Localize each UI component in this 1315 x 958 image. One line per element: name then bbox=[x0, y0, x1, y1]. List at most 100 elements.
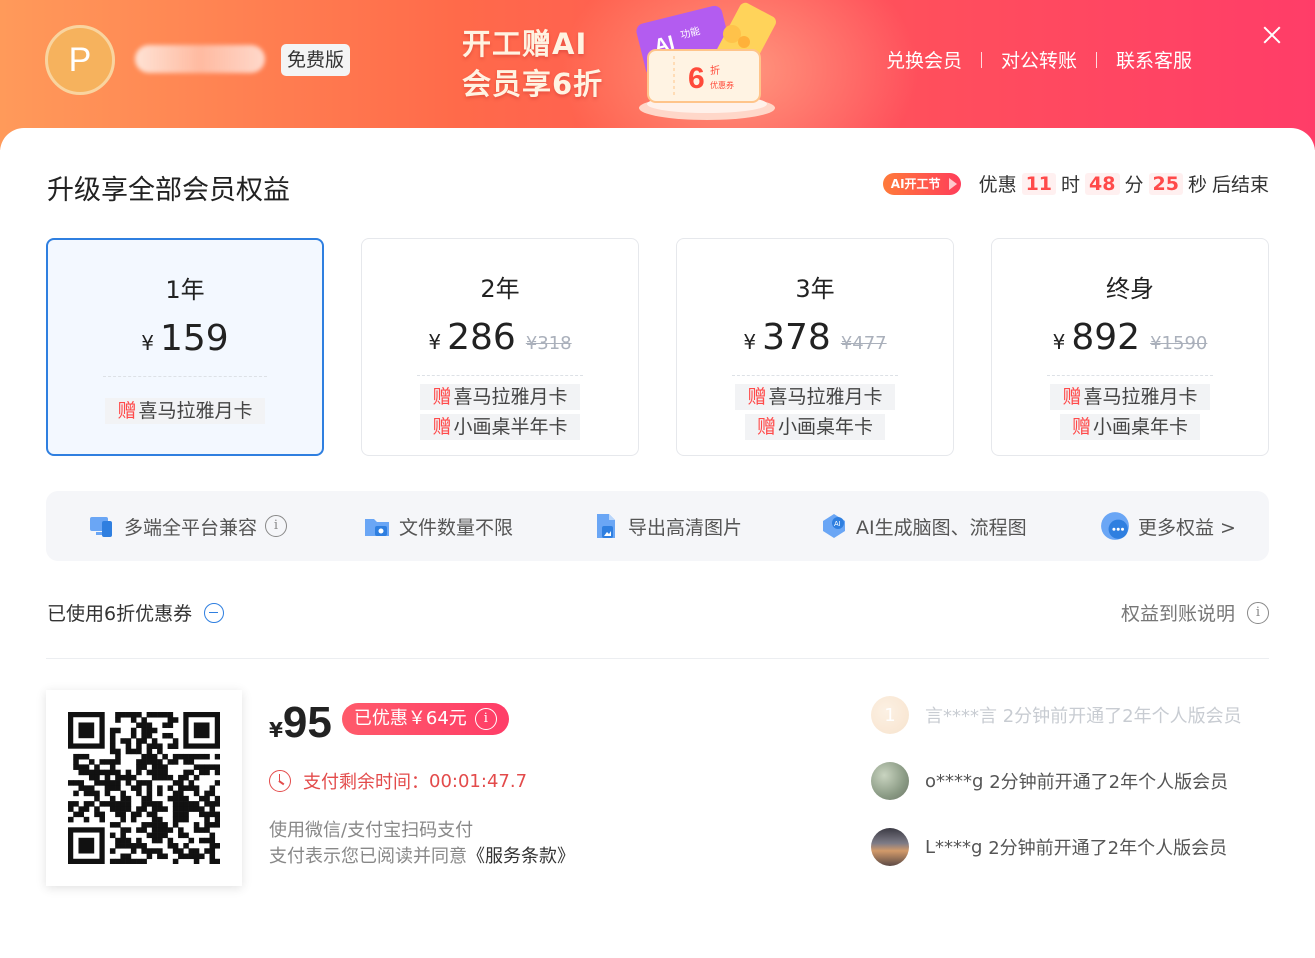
divider bbox=[417, 375, 583, 376]
payment-tips: 使用微信/支付宝扫码支付 支付表示您已阅读并同意《服务条款》 bbox=[269, 818, 575, 870]
divider bbox=[103, 376, 267, 377]
divider bbox=[46, 658, 1269, 659]
promo-line-1: 开工赠AI bbox=[462, 27, 588, 61]
corporate-transfer-link[interactable]: 对公转账 bbox=[1001, 46, 1077, 73]
gift-item: 赠喜马拉雅月卡 bbox=[420, 384, 580, 410]
divider bbox=[732, 375, 898, 376]
gift-mark: 赠 bbox=[432, 386, 452, 408]
countdown-seconds-unit: 秒 bbox=[1187, 174, 1207, 196]
plan-cards: 1年 ¥159 赠喜马拉雅月卡 2年 ¥286 ¥318 赠喜马拉雅月卡 赠小画桌… bbox=[46, 238, 1269, 456]
gift-label: 小画桌年卡 bbox=[1093, 416, 1189, 438]
ai-icon: AI bbox=[823, 514, 845, 538]
rights-note-label: 权益到账说明 bbox=[1120, 603, 1235, 625]
feed-text: 2分钟前开通了2年个人版会员 bbox=[989, 772, 1229, 793]
plan-name: 1年 bbox=[165, 276, 205, 304]
gift-label: 喜马拉雅月卡 bbox=[138, 400, 253, 422]
folder-icon bbox=[365, 519, 389, 536]
plan-price-amount: 159 bbox=[160, 318, 229, 359]
contact-support-link[interactable]: 联系客服 bbox=[1116, 46, 1192, 73]
gift-label: 喜马拉雅月卡 bbox=[453, 386, 568, 408]
redeem-membership-link[interactable]: 兑换会员 bbox=[886, 46, 962, 73]
plan-gifts: 赠喜马拉雅月卡 bbox=[48, 398, 322, 424]
coupon-illustration: AI 功能 6 折 优惠券 bbox=[636, 2, 776, 120]
coupon-discount-unit: 折 bbox=[710, 64, 720, 77]
plan-original-price: ¥477 bbox=[840, 333, 887, 354]
avatar bbox=[871, 762, 909, 800]
plan-gifts: 赠喜马拉雅月卡 赠小画桌半年卡 bbox=[362, 384, 638, 440]
terms-link[interactable]: 《服务条款》 bbox=[467, 846, 575, 867]
gift-item: 赠喜马拉雅月卡 bbox=[735, 384, 895, 410]
header-links: 兑换会员 对公转账 联系客服 bbox=[886, 46, 1192, 73]
currency-symbol: ¥ bbox=[743, 330, 757, 354]
currency-symbol: ¥ bbox=[428, 330, 442, 354]
rights-note-link[interactable]: 权益到账说明 i bbox=[1121, 599, 1269, 626]
currency-symbol: ¥ bbox=[269, 718, 283, 742]
main-panel: 升级享全部会员权益 AI开工节 优惠 11 时 48 分 25 秒 后结束 1年… bbox=[0, 128, 1315, 958]
plan-badge: 免费版 bbox=[281, 44, 351, 76]
gift-label: 喜马拉雅月卡 bbox=[768, 386, 883, 408]
payment-amount: ¥ 95 已优惠￥64元 i bbox=[269, 698, 509, 748]
benefit-label: 导出高清图片 bbox=[628, 516, 743, 539]
payment-qr-code bbox=[46, 690, 242, 886]
payment-timer: 支付剩余时间： 00:01:47.7 bbox=[269, 768, 527, 794]
devices-icon bbox=[90, 517, 112, 537]
plan-original-price: ¥318 bbox=[525, 333, 572, 354]
gift-mark: 赠 bbox=[1071, 416, 1091, 438]
promo-line-2: 会员享6折 bbox=[462, 67, 604, 101]
feed-item: L****g 2分钟前开通了2年个人版会员 bbox=[871, 828, 1271, 866]
plan-price: ¥378 ¥477 bbox=[677, 317, 953, 358]
agreement-tip: 支付表示您已阅读并同意《服务条款》 bbox=[269, 844, 575, 870]
qr-code-image bbox=[68, 712, 220, 864]
clock-icon bbox=[269, 770, 291, 792]
avatar bbox=[871, 828, 909, 866]
countdown-prefix: 优惠 bbox=[978, 174, 1017, 196]
feed-user: 言****言 bbox=[925, 706, 997, 727]
gift-label: 喜马拉雅月卡 bbox=[1083, 386, 1198, 408]
plan-card-2-year[interactable]: 2年 ¥286 ¥318 赠喜马拉雅月卡 赠小画桌半年卡 bbox=[361, 238, 639, 456]
coupon-used-row: 已使用6折优惠券 bbox=[47, 599, 225, 626]
feed-text: 2分钟前开通了2年个人版会员 bbox=[988, 838, 1228, 859]
plan-card-lifetime[interactable]: 终身 ¥892 ¥1590 赠喜马拉雅月卡 赠小画桌年卡 bbox=[991, 238, 1269, 456]
benefit-label: 文件数量不限 bbox=[399, 516, 514, 539]
feed-user: o****g bbox=[925, 770, 984, 792]
gift-mark: 赠 bbox=[432, 416, 452, 438]
scan-tip: 使用微信/支付宝扫码支付 bbox=[269, 820, 474, 841]
plan-price: ¥286 ¥318 bbox=[362, 317, 638, 358]
gift-label: 小画桌半年卡 bbox=[453, 416, 568, 438]
plan-price: ¥159 bbox=[48, 318, 322, 359]
countdown-suffix: 后结束 bbox=[1211, 174, 1269, 196]
feed-item: 1 言****言 2分钟前开通了2年个人版会员 bbox=[871, 696, 1271, 734]
plan-price: ¥892 ¥1590 bbox=[992, 317, 1268, 358]
close-icon[interactable] bbox=[1258, 22, 1286, 50]
avatar: 1 bbox=[871, 696, 909, 734]
coupon-discount-caption: 优惠券 bbox=[710, 80, 734, 90]
plan-card-3-year[interactable]: 3年 ¥378 ¥477 赠喜马拉雅月卡 赠小画桌年卡 bbox=[676, 238, 954, 456]
feed-user: L****g bbox=[925, 836, 983, 858]
promo-countdown: AI开工节 优惠 11 时 48 分 25 秒 后结束 bbox=[882, 170, 1269, 197]
countdown-minutes-unit: 分 bbox=[1124, 174, 1144, 196]
info-icon[interactable]: i bbox=[474, 708, 497, 730]
remove-coupon-icon[interactable] bbox=[204, 602, 225, 623]
more-benefits-link[interactable]: 更多权益 > bbox=[1100, 491, 1236, 561]
gift-label: 小画桌年卡 bbox=[778, 416, 874, 438]
benefit-multi-platform: 多端全平台兼容 i bbox=[88, 491, 288, 561]
payment-amount-value: 95 bbox=[282, 698, 332, 747]
gift-item: 赠小画桌年卡 bbox=[1059, 414, 1201, 440]
gift-item: 赠喜马拉雅月卡 bbox=[105, 398, 265, 424]
benefit-label: AI生成脑图、流程图 bbox=[856, 516, 1027, 539]
discount-pill-label: 已优惠￥64元 bbox=[353, 708, 467, 729]
gift-mark: 赠 bbox=[756, 416, 776, 438]
feed-text: 2分钟前开通了2年个人版会员 bbox=[1002, 706, 1242, 727]
plan-name: 3年 bbox=[795, 275, 835, 303]
benefit-unlimited-files: 文件数量不限 bbox=[363, 491, 513, 561]
benefit-ai-mindmap: AI AI生成脑图、流程图 bbox=[820, 491, 1027, 561]
benefit-label: 更多权益 > bbox=[1138, 516, 1236, 539]
coupon-used-label: 已使用6折优惠券 bbox=[47, 603, 193, 625]
plan-card-1-year[interactable]: 1年 ¥159 赠喜马拉雅月卡 bbox=[46, 238, 324, 456]
info-icon[interactable]: i bbox=[265, 515, 288, 537]
divider bbox=[981, 51, 983, 68]
svg-text:AI: AI bbox=[834, 521, 841, 528]
avatar[interactable]: P bbox=[45, 25, 115, 95]
benefit-label: 多端全平台兼容 bbox=[124, 516, 258, 539]
event-tag: AI开工节 bbox=[882, 172, 961, 195]
